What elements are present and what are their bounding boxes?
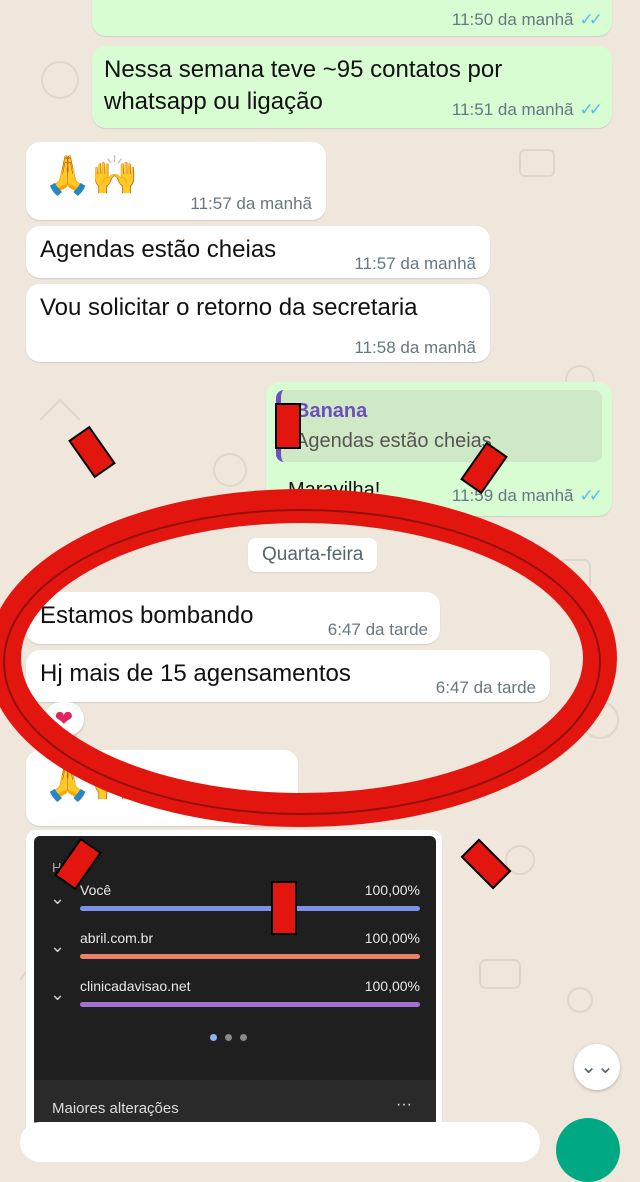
quoted-author: Banana	[295, 400, 368, 422]
message-bubble-incoming[interactable]: 🙏🙌 11:57 da manhã	[26, 142, 326, 220]
message-bubble-incoming[interactable]: 🙏🙌 6:47 da tarde	[26, 750, 298, 826]
message-bubble-incoming[interactable]: Vou solicitar o retorno da secretaria 11…	[26, 284, 490, 362]
site-label: Você	[80, 882, 112, 898]
message-text-line: whatsapp ou ligação	[104, 88, 323, 115]
page-dot-active	[210, 1034, 217, 1041]
message-bubble-incoming[interactable]: Agendas estão cheias 11:57 da manhã	[26, 226, 490, 278]
site-percent: 100,00%	[364, 978, 420, 994]
message-text: Maravilha!	[288, 479, 381, 501]
message-bubble-incoming[interactable]: Hj mais de 15 agensamentos 6:47 da tarde	[26, 650, 550, 702]
more-options-icon: ···	[396, 1096, 412, 1113]
chevron-down-icon: ⌄	[50, 888, 66, 908]
chevron-down-icon: ⌄	[50, 984, 66, 1004]
day-separator: Quarta-feira	[248, 538, 378, 572]
site-row: ⌄ Você 100,00%	[34, 882, 436, 928]
site-row: ⌄ clinicadavisao.net 100,00%	[34, 978, 436, 1024]
site-percent: 100,00%	[364, 882, 420, 898]
praying-hands-emoji: 🙏🙌	[44, 155, 139, 197]
message-bubble-outgoing[interactable]: 11:50 da manhã ✓✓	[92, 0, 612, 36]
shared-screenshot[interactable]: H ⌄ Você 100,00% ⌄ abril.com.br 100,00% …	[34, 836, 436, 1126]
message-time: 11:57 da manhã	[190, 194, 312, 213]
message-time: 11:58 da manhã	[354, 338, 476, 357]
message-bubble-reply[interactable]: Banana Agendas estão cheias Maravilha! 1…	[266, 382, 612, 516]
message-time: 6:47 da tarde	[327, 620, 428, 639]
read-receipt-icon: ✓✓	[579, 100, 603, 119]
page-dot	[240, 1034, 247, 1041]
progress-bar	[80, 906, 420, 911]
card-header-partial: H	[52, 860, 62, 875]
chevron-down-icon: ⌄	[50, 936, 66, 956]
message-input[interactable]	[20, 1122, 540, 1162]
message-time: 11:59 da manhã ✓✓	[451, 486, 603, 505]
progress-bar	[80, 1002, 420, 1007]
quoted-message[interactable]: Banana Agendas estão cheias	[276, 390, 602, 462]
message-time: 6:47 da tarde	[435, 678, 536, 697]
message-time: 11:50 da manhã ✓✓	[451, 10, 603, 29]
mic-button[interactable]	[556, 1118, 620, 1182]
message-bubble-outgoing[interactable]: Nessa semana teve ~95 contatos por whats…	[92, 46, 612, 128]
page-dot	[225, 1034, 232, 1041]
praying-hands-emoji: 🙏🙌	[44, 761, 139, 803]
progress-bar	[80, 954, 420, 959]
site-label: abril.com.br	[80, 930, 154, 946]
footer-title: Maiores alterações	[52, 1100, 179, 1117]
message-text: Vou solicitar o retorno da secretaria	[40, 294, 418, 321]
message-bubble-incoming[interactable]: Estamos bombando 6:47 da tarde	[26, 592, 440, 644]
message-text-line: Nessa semana teve ~95 contatos por	[104, 56, 503, 83]
quoted-text: Agendas estão cheias	[295, 430, 492, 452]
read-receipt-icon: ✓✓	[579, 486, 603, 505]
message-text: Hj mais de 15 agensamentos	[40, 660, 351, 687]
message-time: 11:57 da manhã	[354, 254, 476, 273]
message-text: Agendas estão cheias	[40, 236, 277, 263]
scroll-to-bottom-button[interactable]: ⌄⌄	[574, 1044, 620, 1090]
page-indicator	[210, 1028, 255, 1046]
read-receipt-icon: ✓✓	[579, 10, 603, 29]
site-label: clinicadavisao.net	[80, 978, 191, 994]
heart-reaction-icon[interactable]: ❤	[44, 702, 84, 736]
message-time: 6:47 da tarde	[183, 800, 284, 819]
message-time: 11:51 da manhã ✓✓	[451, 100, 603, 119]
site-row: ⌄ abril.com.br 100,00%	[34, 930, 436, 976]
card-footer: Maiores alterações ···	[34, 1080, 436, 1126]
site-percent: 100,00%	[364, 930, 420, 946]
message-text: Estamos bombando	[40, 602, 254, 629]
